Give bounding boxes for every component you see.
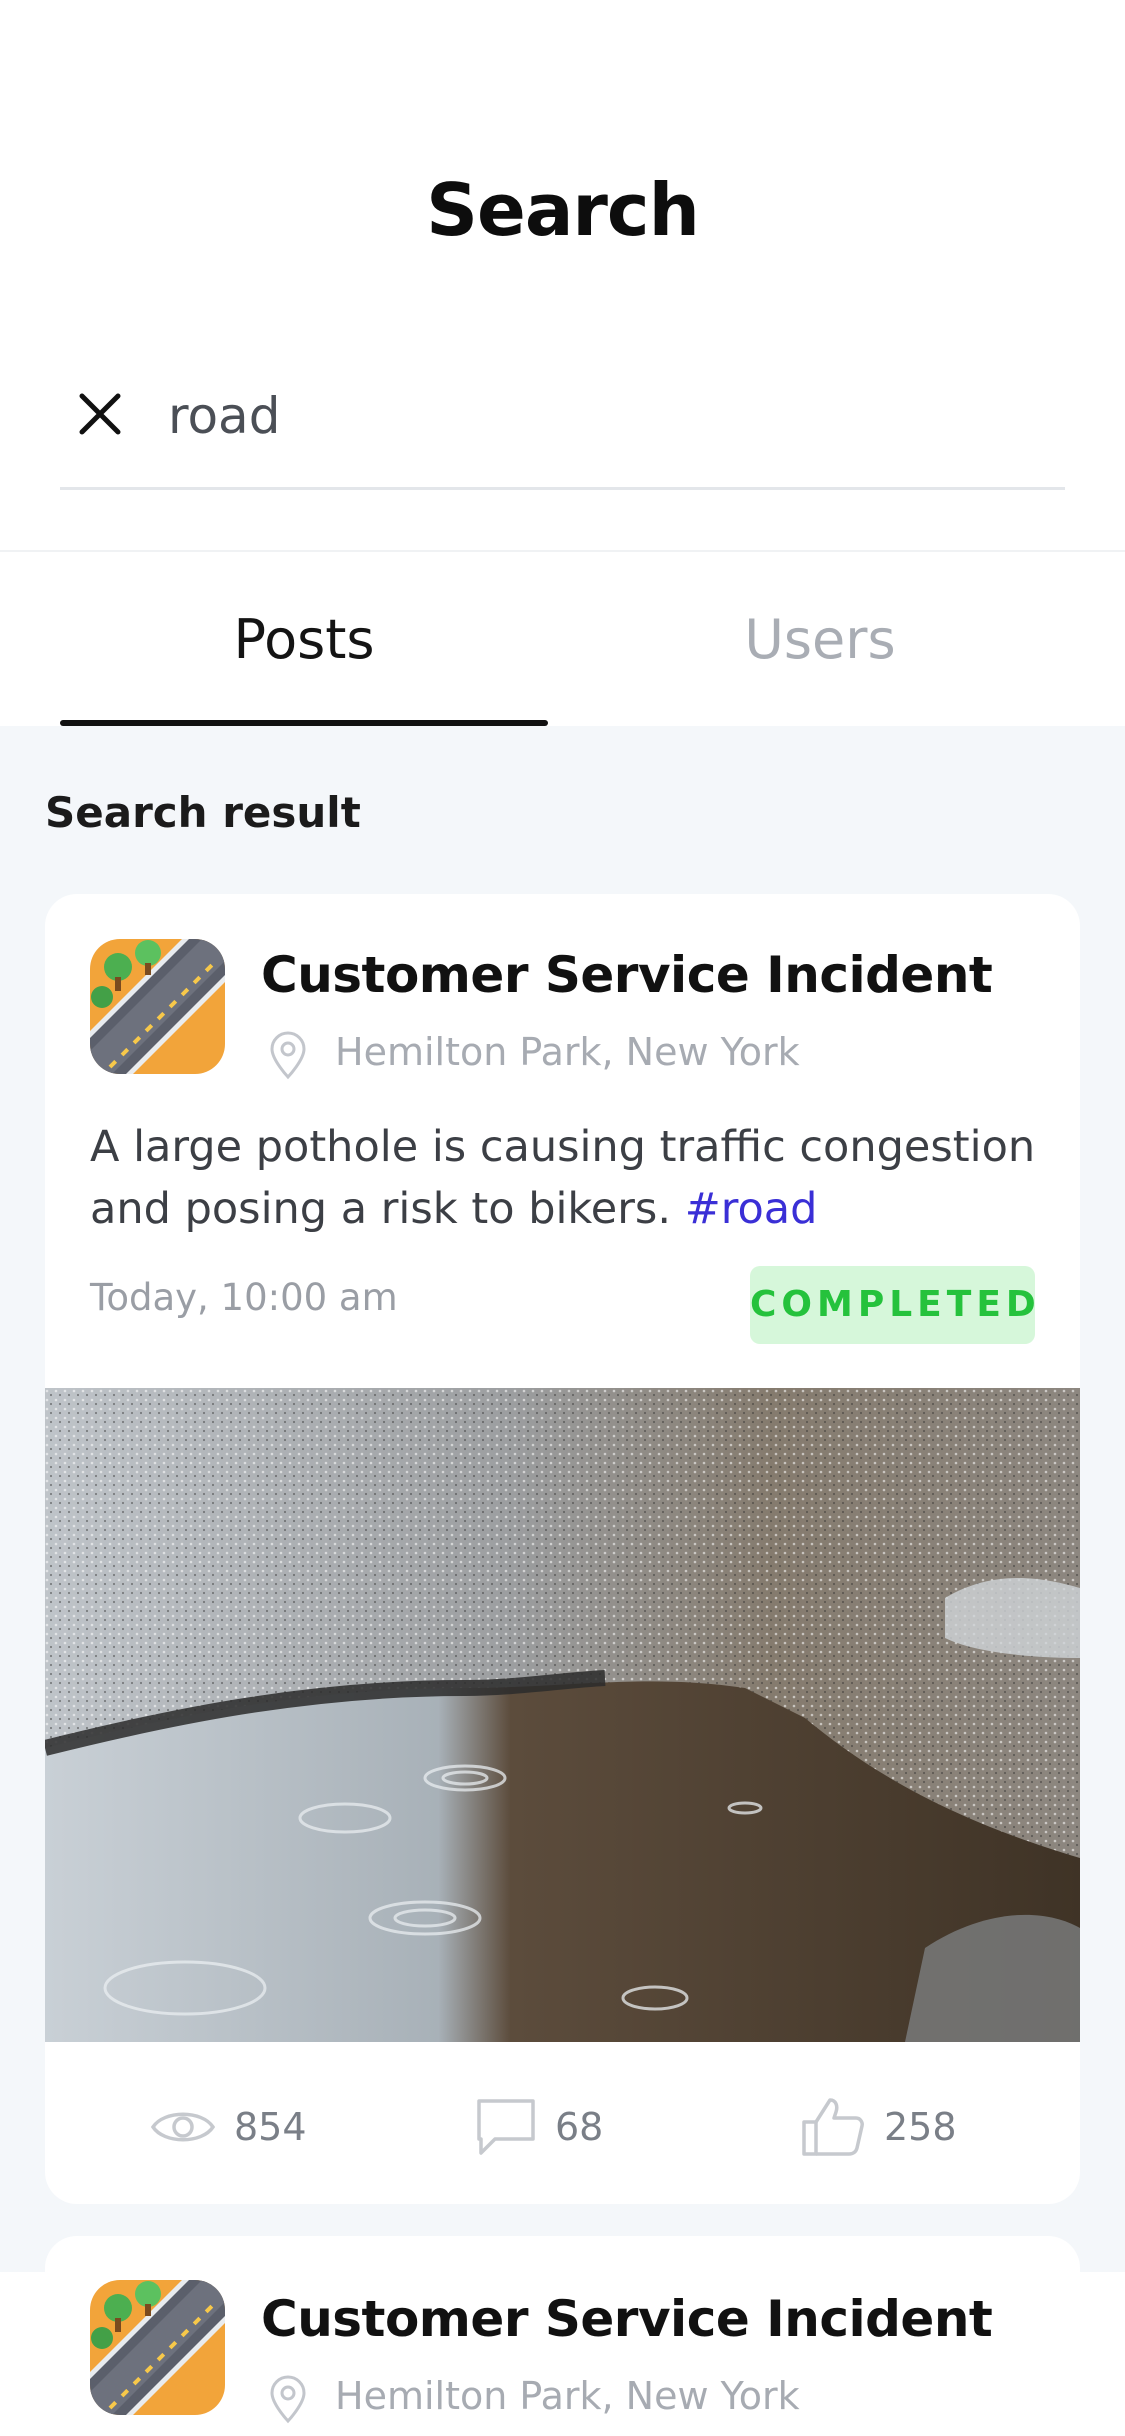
post-hashtag[interactable]: #road [685, 1184, 818, 1234]
close-icon[interactable] [70, 384, 130, 444]
comments-count: 68 [555, 2105, 604, 2149]
likes-stat[interactable]: 258 [800, 2098, 957, 2156]
tab-posts-label: Posts [233, 608, 375, 671]
status-badge: COMPLETED [750, 1266, 1036, 1344]
views-stat[interactable]: 854 [150, 2102, 307, 2152]
search-screen: Search Posts Users Search result [0, 0, 1125, 2436]
likes-count: 258 [884, 2105, 957, 2149]
post-title: Customer Service Incident [261, 946, 993, 1004]
tab-users-label: Users [744, 608, 896, 671]
location-pin-icon [270, 1031, 306, 1080]
active-tab-indicator [60, 720, 548, 726]
search-input[interactable] [168, 376, 1028, 456]
post-card[interactable]: Customer Service Incident Hemilton Park,… [45, 2236, 1080, 2436]
page-title: Search [426, 168, 700, 252]
post-location: Hemilton Park, New York [335, 2374, 800, 2418]
post-image[interactable] [45, 1388, 1080, 2042]
search-result-heading: Search result [45, 788, 361, 837]
tab-bar: Posts Users [0, 550, 1125, 726]
post-description-text: A large pothole is causing traffic conge… [90, 1122, 1036, 1234]
post-description: A large pothole is causing traffic conge… [90, 1116, 1050, 1240]
tab-posts[interactable]: Posts [60, 552, 548, 728]
post-avatar [90, 939, 225, 1074]
header: Search [0, 0, 1125, 550]
views-count: 854 [234, 2105, 307, 2149]
comments-stat[interactable]: 68 [475, 2099, 604, 2155]
eye-icon [150, 2112, 216, 2142]
tab-users[interactable]: Users [580, 552, 1060, 728]
comment-icon [477, 2099, 535, 2155]
post-title: Customer Service Incident [261, 2290, 993, 2348]
search-bar [60, 360, 1065, 490]
post-card[interactable]: Customer Service Incident Hemilton Park,… [45, 894, 1080, 2204]
post-timestamp: Today, 10:00 am [90, 1276, 398, 1319]
thumbs-up-icon [802, 2098, 864, 2156]
location-pin-icon [270, 2375, 306, 2424]
post-stats: 854 68 258 [45, 2042, 1080, 2204]
post-location: Hemilton Park, New York [335, 1030, 800, 1074]
post-avatar [90, 2280, 225, 2415]
